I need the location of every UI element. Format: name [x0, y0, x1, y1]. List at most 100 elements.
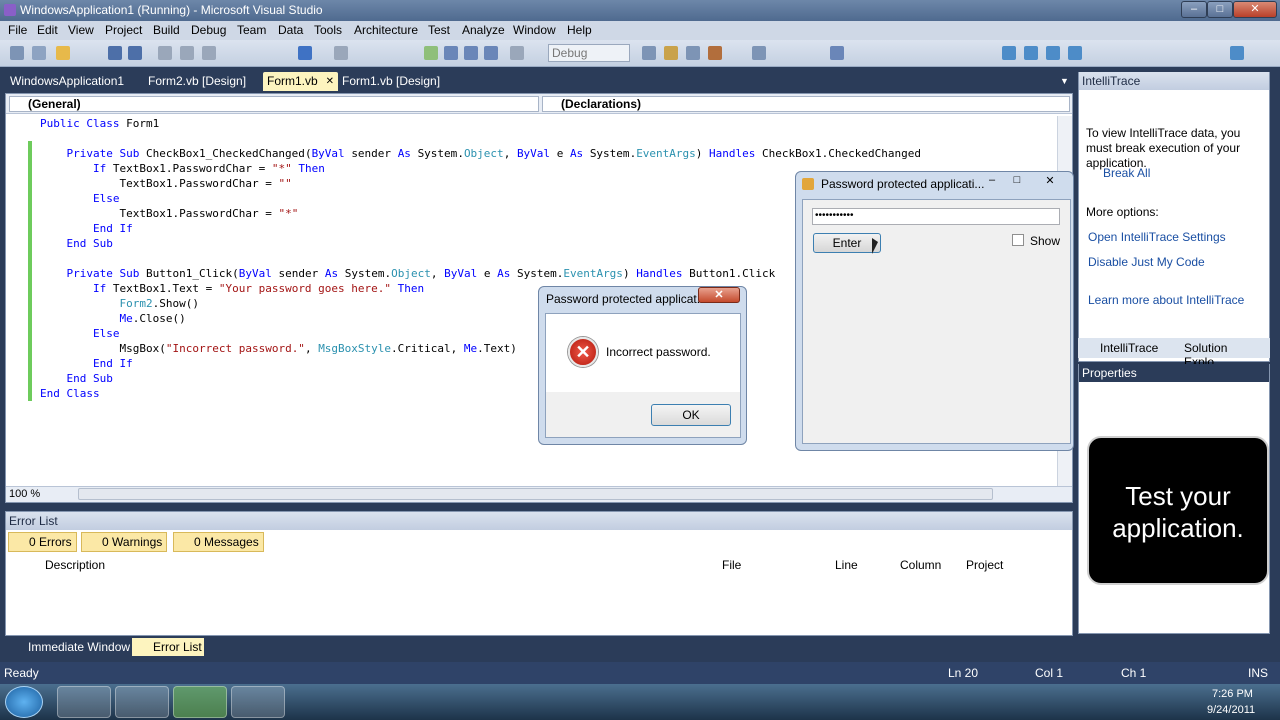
layout-icon[interactable]: [1230, 46, 1244, 60]
tab-intellitrace[interactable]: IntelliTrace: [1100, 341, 1158, 355]
save-all-icon[interactable]: [128, 46, 142, 60]
menu-analyze[interactable]: Analyze: [462, 21, 505, 40]
break-all-link[interactable]: Break All: [1103, 166, 1150, 180]
extension-icon[interactable]: [830, 46, 844, 60]
class-name-combo[interactable]: (General): [9, 96, 539, 112]
code-line[interactable]: [40, 131, 921, 146]
menu-view[interactable]: View: [68, 21, 94, 40]
code-line[interactable]: End Sub: [40, 371, 921, 386]
windows-app-taskbar-icon[interactable]: [231, 686, 285, 718]
password-field[interactable]: •••••••••••: [812, 208, 1060, 225]
code-line[interactable]: TextBox1.PasswordChar = "*": [40, 206, 921, 221]
code-line[interactable]: Else: [40, 191, 921, 206]
code-line[interactable]: End Class: [40, 386, 921, 401]
menu-window[interactable]: Window: [513, 21, 556, 40]
tab-form2-design[interactable]: Form2.vb [Design]: [144, 72, 250, 91]
tab-dropdown-icon[interactable]: ▼: [1060, 76, 1069, 86]
copy-icon[interactable]: [180, 46, 194, 60]
properties-icon[interactable]: [686, 46, 700, 60]
tab-error-list[interactable]: Error List: [132, 638, 204, 656]
menu-edit[interactable]: Edit: [37, 21, 58, 40]
intellitrace-settings-link[interactable]: Open IntelliTrace Settings: [1088, 230, 1226, 244]
tab-windowsapplication1[interactable]: WindowsApplication1: [6, 72, 128, 91]
code-line[interactable]: Form2.Show(): [40, 296, 921, 311]
add-item-icon[interactable]: [32, 46, 46, 60]
toolbox-icon[interactable]: [708, 46, 722, 60]
solution-configuration-combo[interactable]: Debug: [548, 44, 630, 62]
column-line[interactable]: Line: [835, 558, 858, 572]
tab-form1-design[interactable]: Form1.vb [Design]: [338, 72, 444, 91]
save-icon[interactable]: [108, 46, 122, 60]
chrome-taskbar-icon[interactable]: [57, 686, 111, 718]
zoom-level[interactable]: 100 %: [9, 488, 40, 500]
comment-icon[interactable]: [1002, 46, 1016, 60]
code-line[interactable]: Public Class Form1: [40, 116, 921, 131]
code-line[interactable]: End If: [40, 356, 921, 371]
warnings-filter-button[interactable]: 0 Warnings: [81, 532, 168, 552]
code-line[interactable]: Private Sub CheckBox1_CheckedChanged(ByV…: [40, 146, 921, 161]
bookmark-icon[interactable]: [1046, 46, 1060, 60]
tray-clock-time[interactable]: 7:26 PM: [1212, 688, 1253, 700]
tab-immediate-window[interactable]: Immediate Window: [28, 640, 130, 654]
form-maximize-button[interactable]: □: [1009, 174, 1025, 188]
horizontal-scrollbar[interactable]: [78, 488, 993, 500]
menu-architecture[interactable]: Architecture: [354, 21, 418, 40]
menu-data[interactable]: Data: [278, 21, 303, 40]
code-text[interactable]: Public Class Form1 Private Sub CheckBox1…: [40, 116, 921, 401]
menu-file[interactable]: File: [8, 21, 27, 40]
code-line[interactable]: Private Sub Button1_Click(ByVal sender A…: [40, 266, 921, 281]
new-project-icon[interactable]: [10, 46, 24, 60]
visual-studio-taskbar-icon[interactable]: [115, 686, 169, 718]
start-debug-icon[interactable]: [424, 46, 438, 60]
redo-icon[interactable]: [334, 46, 348, 60]
enter-button[interactable]: Enter: [813, 233, 881, 253]
undo-icon[interactable]: [298, 46, 312, 60]
tab-form1-vb[interactable]: Form1.vb ✕: [263, 72, 338, 91]
open-file-icon[interactable]: [56, 46, 70, 60]
uncomment-icon[interactable]: [1024, 46, 1038, 60]
menu-build[interactable]: Build: [153, 21, 180, 40]
messages-filter-button[interactable]: 0 Messages: [173, 532, 264, 552]
step-icon[interactable]: [510, 46, 524, 60]
menu-project[interactable]: Project: [105, 21, 142, 40]
code-line[interactable]: Me.Close(): [40, 311, 921, 326]
restart-icon[interactable]: [484, 46, 498, 60]
code-line[interactable]: If TextBox1.Text = "Your password goes h…: [40, 281, 921, 296]
menu-team[interactable]: Team: [237, 21, 266, 40]
code-line[interactable]: TextBox1.PasswordChar = "": [40, 176, 921, 191]
pause-icon[interactable]: [444, 46, 458, 60]
find-icon[interactable]: [642, 46, 656, 60]
menu-help[interactable]: Help: [567, 21, 592, 40]
start-button[interactable]: [5, 686, 43, 718]
close-button[interactable]: ✕: [1233, 1, 1277, 18]
message-box-close-button[interactable]: ✕: [698, 287, 740, 303]
camtasia-taskbar-icon[interactable]: [173, 686, 227, 718]
column-column[interactable]: Column: [900, 558, 941, 572]
code-line[interactable]: MsgBox("Incorrect password.", MsgBoxStyl…: [40, 341, 921, 356]
maximize-button[interactable]: □: [1207, 1, 1233, 18]
code-line[interactable]: End Sub: [40, 236, 921, 251]
disable-just-my-code-link[interactable]: Disable Just My Code: [1088, 255, 1205, 269]
cut-icon[interactable]: [158, 46, 172, 60]
learn-intellitrace-link[interactable]: Learn more about IntelliTrace: [1088, 293, 1244, 307]
column-file[interactable]: File: [722, 558, 741, 572]
solution-explorer-icon[interactable]: [664, 46, 678, 60]
column-project[interactable]: Project: [966, 558, 1003, 572]
errors-filter-button[interactable]: 0 Errors: [8, 532, 77, 552]
menu-test[interactable]: Test: [428, 21, 450, 40]
code-line[interactable]: Else: [40, 326, 921, 341]
form-minimize-button[interactable]: –: [984, 174, 1000, 188]
ok-button[interactable]: OK: [651, 404, 731, 426]
next-bookmark-icon[interactable]: [1068, 46, 1082, 60]
code-line[interactable]: If TextBox1.PasswordChar = "*" Then: [40, 161, 921, 176]
minimize-button[interactable]: –: [1181, 1, 1207, 18]
code-line[interactable]: [40, 251, 921, 266]
close-tab-icon[interactable]: ✕: [326, 72, 334, 91]
method-name-combo[interactable]: (Declarations): [542, 96, 1070, 112]
tray-clock-date[interactable]: 9/24/2011: [1207, 704, 1255, 716]
column-description[interactable]: Description: [45, 558, 105, 572]
code-line[interactable]: End If: [40, 221, 921, 236]
menu-debug[interactable]: Debug: [191, 21, 226, 40]
paste-icon[interactable]: [202, 46, 216, 60]
stop-icon[interactable]: [464, 46, 478, 60]
